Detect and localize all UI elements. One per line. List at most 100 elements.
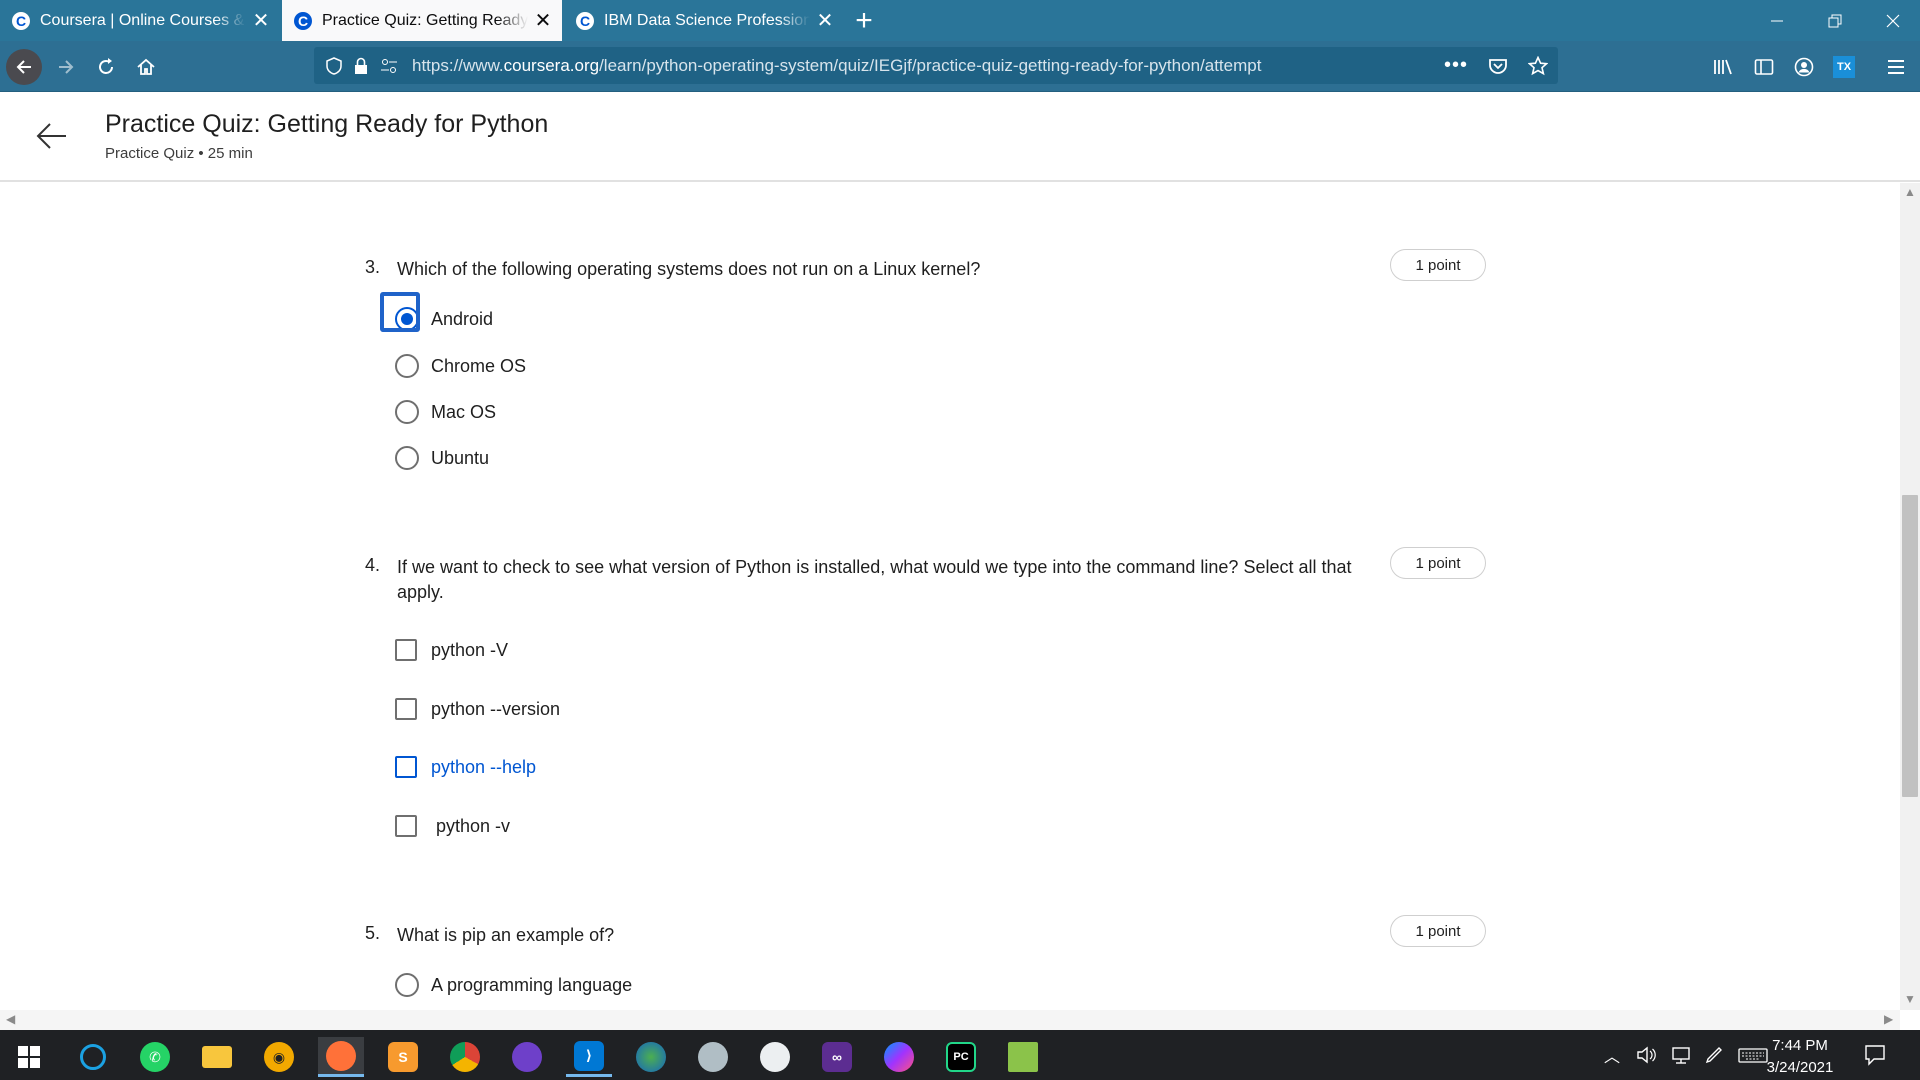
close-window-button[interactable] [1870, 0, 1916, 41]
account-button[interactable] [1786, 49, 1822, 85]
home-button[interactable] [128, 49, 164, 85]
tab-practice-quiz[interactable]: C Practice Quiz: Getting Ready for Pytho… [282, 0, 562, 41]
notepad-icon [1008, 1042, 1038, 1072]
earth-icon [636, 1042, 666, 1072]
option-label: A programming language [431, 974, 633, 995]
home-icon [137, 58, 155, 75]
option-python-V[interactable]: python -V [395, 639, 508, 661]
taskbar-disk[interactable] [690, 1037, 736, 1077]
option-ubuntu[interactable]: Ubuntu [395, 446, 489, 470]
taskbar-file-explorer[interactable] [194, 1037, 240, 1077]
network-icon[interactable] [1670, 1045, 1692, 1065]
taskbar-vscode[interactable]: ⟩ [566, 1037, 612, 1077]
checkbox[interactable] [395, 698, 417, 720]
close-tab-icon[interactable]: ✕ [252, 8, 270, 33]
sidebar-icon [1754, 59, 1774, 75]
tab-ibm-data-science[interactable]: C IBM Data Science Professional Certific… [564, 0, 844, 41]
back-to-course-button[interactable] [34, 118, 70, 154]
extension-button[interactable]: TX [1826, 49, 1862, 85]
vertical-scrollbar-thumb[interactable] [1902, 495, 1918, 797]
navigation-toolbar: https://www.coursera.org/learn/python-op… [0, 41, 1920, 92]
close-tab-icon[interactable]: ✕ [534, 8, 552, 33]
scroll-down-arrow-icon[interactable]: ▼ [1904, 992, 1916, 1006]
taskbar-vpn[interactable]: ◉ [256, 1037, 302, 1077]
forward-button[interactable] [48, 49, 84, 85]
action-center-button[interactable] [1864, 1030, 1886, 1080]
horizontal-scrollbar[interactable] [0, 1010, 1900, 1030]
tab-title: Coursera | Online Courses & Credentials [40, 11, 246, 29]
checkbox[interactable] [395, 756, 417, 778]
taskbar-whatsapp[interactable]: ✆ [132, 1037, 178, 1077]
option-label: python -v [431, 815, 511, 836]
option-label: Android [431, 308, 494, 329]
translate-extension-icon: TX [1833, 56, 1855, 78]
radio-button[interactable] [395, 354, 419, 378]
question-text: Which of the following operating systems… [397, 259, 981, 279]
address-bar[interactable]: https://www.coursera.org/learn/python-op… [314, 47, 1558, 84]
option-android[interactable]: Android [380, 292, 494, 332]
option-label: Mac OS [431, 401, 497, 422]
permissions-icon[interactable] [380, 57, 398, 75]
minimize-icon [1771, 20, 1783, 21]
option-programming-language[interactable]: A programming language [395, 973, 632, 997]
new-tab-button[interactable]: + [852, 0, 876, 41]
back-button[interactable] [6, 49, 42, 85]
taskbar-chrome[interactable] [442, 1037, 488, 1077]
clock-time: 7:44 PM [1772, 1037, 1828, 1054]
taskbar-pycharm[interactable]: PC [938, 1037, 984, 1077]
clock-date: 3/24/2021 [1766, 1059, 1834, 1076]
minimize-button[interactable] [1754, 0, 1800, 41]
shield-icon[interactable] [326, 56, 342, 75]
bookmark-star-icon[interactable] [1528, 55, 1548, 76]
radio-button[interactable] [395, 973, 419, 997]
points-badge: 1 point [1390, 249, 1486, 281]
library-button[interactable] [1706, 49, 1742, 85]
taskbar-github[interactable] [504, 1037, 550, 1077]
reload-button[interactable] [88, 49, 124, 85]
scroll-up-arrow-icon[interactable]: ▲ [1904, 185, 1916, 199]
question-number: 3. [365, 257, 381, 277]
taskbar-earth[interactable] [628, 1037, 674, 1077]
checkbox[interactable] [395, 815, 417, 837]
taskbar-clock[interactable]: 7:44 PM 3/24/2021 [1760, 1035, 1840, 1079]
sidebar-button[interactable] [1746, 49, 1782, 85]
more-actions-icon[interactable]: ••• [1444, 54, 1468, 77]
points-badge: 1 point [1390, 915, 1486, 947]
checkbox[interactable] [395, 639, 417, 661]
menu-button[interactable] [1878, 49, 1914, 85]
tab-title: Practice Quiz: Getting Ready for Python … [322, 11, 528, 29]
radio-button[interactable] [395, 446, 419, 470]
taskbar-visual-studio[interactable]: ∞ [814, 1037, 860, 1077]
question-text: What is pip an example of? [397, 925, 615, 945]
url-text: https://www.coursera.org/learn/python-op… [412, 55, 1262, 75]
volume-icon[interactable] [1636, 1045, 1658, 1065]
option-python-version[interactable]: python --version [395, 698, 560, 720]
option-python-help[interactable]: python --help [395, 756, 536, 778]
taskbar-sublime[interactable]: S [380, 1037, 426, 1077]
taskbar-firefox[interactable] [318, 1037, 364, 1077]
start-button[interactable] [6, 1037, 52, 1077]
taskbar-messenger[interactable] [876, 1037, 922, 1077]
lock-icon[interactable] [354, 57, 368, 75]
restore-button[interactable] [1812, 0, 1858, 41]
option-label: python --version [431, 698, 561, 719]
focus-ring [380, 292, 420, 332]
show-hidden-icons-icon[interactable]: ︿ [1604, 1043, 1620, 1067]
taskbar-notepad[interactable] [1000, 1037, 1046, 1077]
pen-icon[interactable] [1704, 1045, 1726, 1065]
radio-button[interactable] [395, 400, 419, 424]
option-mac-os[interactable]: Mac OS [395, 400, 496, 424]
reload-icon [99, 58, 113, 74]
taskbar-satellite[interactable] [752, 1037, 798, 1077]
taskbar-sync-app[interactable] [70, 1037, 116, 1077]
option-python-v-lower[interactable]: python -v [395, 815, 510, 837]
scroll-right-arrow-icon[interactable]: ▶ [1884, 1012, 1893, 1026]
close-tab-icon[interactable]: ✕ [816, 8, 834, 33]
scroll-left-arrow-icon[interactable]: ◀ [6, 1012, 15, 1026]
pocket-icon[interactable] [1488, 56, 1508, 76]
tab-coursera-home[interactable]: C Coursera | Online Courses & Credential… [0, 0, 280, 41]
option-label: python -V [431, 639, 509, 660]
option-chrome-os[interactable]: Chrome OS [395, 354, 526, 378]
pycharm-icon: PC [946, 1042, 976, 1072]
notification-icon [1865, 1045, 1885, 1066]
